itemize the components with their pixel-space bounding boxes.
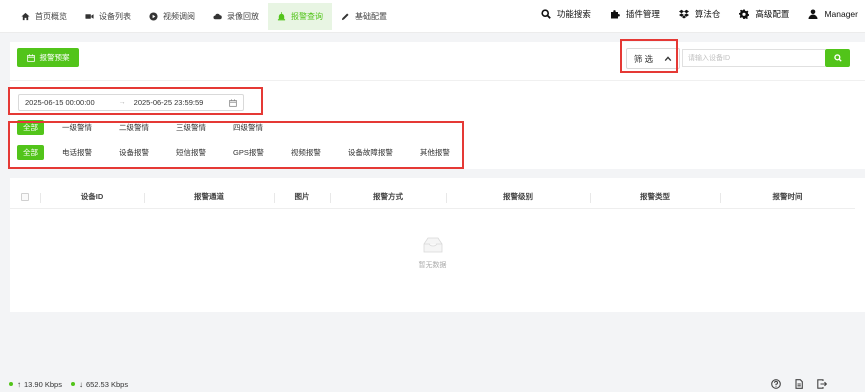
date-start: 2025-06-15 00:00:00: [25, 98, 95, 107]
function-search-label: 功能搜索: [556, 9, 591, 19]
home-icon: [21, 12, 30, 21]
puzzle-icon: [610, 9, 620, 19]
column-header[interactable]: 图片: [274, 191, 330, 203]
column-header[interactable]: 报警类型: [590, 191, 720, 203]
device-id-search-input[interactable]: [682, 49, 825, 67]
nav-item-label: 录像回放: [227, 12, 259, 21]
nav-item-label: 基础配置: [355, 12, 387, 21]
algorithm-store-label: 算法仓: [694, 9, 721, 19]
column-header[interactable]: 报警级别: [446, 191, 590, 203]
upload-speed: ↑ 13.90 Kbps: [9, 380, 62, 389]
type-filter-other[interactable]: 其他报警: [411, 145, 459, 160]
search-icon: [833, 54, 842, 62]
nav-item-home[interactable]: 首页概览: [12, 3, 76, 30]
level-filter-level1[interactable]: 一级警情: [53, 120, 101, 135]
column-header[interactable]: 报警通道: [144, 191, 274, 203]
alarm-scheme-button[interactable]: 报警预案: [17, 48, 79, 67]
nav-item-alarm-query[interactable]: 报警查询: [268, 3, 332, 30]
select-all-checkbox[interactable]: [21, 192, 29, 201]
download-speed: ↓ 652.53 Kbps: [70, 379, 129, 389]
type-filter-gps[interactable]: GPS报警: [224, 145, 273, 160]
select-all-cell: [10, 192, 40, 201]
arrow-down-icon: ↓: [78, 379, 83, 389]
level-filter-all[interactable]: 全部: [17, 120, 44, 135]
algorithm-store-button[interactable]: 算法仓: [678, 8, 721, 20]
header-tools: 功能搜索 插件管理 算法仓 高级配置 Manager: [522, 8, 858, 20]
video-icon: [149, 12, 158, 21]
download-speed-value: 652.53 Kbps: [85, 379, 129, 389]
nav-item-basic-config[interactable]: 基础配置: [332, 3, 396, 30]
calendar-icon: [229, 99, 237, 107]
export-icon[interactable]: [817, 379, 828, 389]
alarm-icon: [277, 12, 286, 21]
calendar-icon: [26, 53, 35, 62]
status-dot: [9, 382, 13, 386]
alarm-table: 设备ID 报警通道 图片 报警方式 报警级别 报警类型 报警时间 暂无数据: [10, 178, 865, 312]
nav-item-label: 视频调阅: [163, 12, 195, 21]
camera-icon: [85, 12, 94, 21]
status-dot: [70, 382, 75, 386]
nav-item-label: 首页概览: [35, 12, 67, 21]
date-separator: →: [118, 99, 126, 106]
type-filter-video[interactable]: 视频报警: [282, 145, 330, 160]
advanced-config-label: 高级配置: [755, 9, 790, 19]
empty-state: 暂无数据: [10, 236, 855, 270]
user-menu[interactable]: Manager: [808, 9, 858, 19]
type-filter-device[interactable]: 设备报警: [110, 145, 158, 160]
date-range-picker[interactable]: 2025-06-15 00:00:00 → 2025-06-25 23:59:5…: [18, 94, 244, 111]
gear-icon: [739, 9, 750, 19]
plugin-manage-label: 插件管理: [625, 9, 660, 19]
arrow-up-icon: ↑: [17, 379, 21, 389]
help-icon[interactable]: [771, 379, 781, 389]
empty-text: 暂无数据: [418, 262, 447, 269]
document-icon[interactable]: [794, 379, 804, 389]
empty-box-icon: [422, 236, 444, 254]
search-icon: [541, 9, 551, 19]
type-filter-device-fault[interactable]: 设备故障报警: [339, 145, 402, 160]
type-filter-all[interactable]: 全部: [17, 145, 44, 160]
search-button[interactable]: [825, 49, 850, 67]
chevron-up-icon: [664, 55, 672, 63]
filter-panel: 报警预案 筛 选 2025-06-15 00:00:00 → 2025-06-2…: [10, 42, 865, 169]
level-filter-level2[interactable]: 二级警情: [110, 120, 158, 135]
nav-item-label: 设备列表: [99, 12, 131, 21]
user-icon: [808, 9, 818, 19]
column-header[interactable]: 设备ID: [40, 191, 144, 203]
advanced-config-button[interactable]: 高级配置: [739, 8, 789, 20]
nav-item-label: 报警查询: [291, 12, 323, 21]
filter-label: 筛 选: [633, 53, 654, 64]
nav-item-device-list[interactable]: 设备列表: [76, 3, 140, 30]
level-filter-level3[interactable]: 三级警情: [167, 120, 215, 135]
status-bar: ↑ 13.90 Kbps ↓ 652.53 Kbps: [0, 376, 865, 392]
nav-item-playback[interactable]: 录像回放: [204, 3, 268, 30]
type-filter-sms[interactable]: 短信报警: [167, 145, 215, 160]
user-name: Manager: [824, 9, 858, 19]
alarm-level-filters: 全部 一级警情 二级警情 三级警情 四级警情: [17, 120, 281, 135]
type-filter-phone[interactable]: 电话报警: [53, 145, 101, 160]
divider: [10, 80, 865, 81]
dropbox-icon: [678, 9, 689, 19]
column-header[interactable]: 报警时间: [720, 191, 855, 203]
column-header[interactable]: 报警方式: [330, 191, 446, 203]
alarm-scheme-label: 报警预案: [39, 53, 70, 62]
edit-icon: [341, 12, 350, 21]
plugin-manage-button[interactable]: 插件管理: [610, 8, 660, 20]
level-filter-level4[interactable]: 四级警情: [224, 120, 272, 135]
upload-speed-value: 13.90 Kbps: [24, 379, 62, 389]
filter-toggle-button[interactable]: 筛 选: [626, 48, 680, 69]
cloud-icon: [213, 12, 222, 21]
main-nav: 首页概览 设备列表 视频调阅 录像回放 报警查询 基础配置: [12, 3, 396, 30]
alarm-type-filters: 全部 电话报警 设备报警 短信报警 GPS报警 视频报警 设备故障报警 其他报警: [17, 145, 468, 160]
nav-item-video[interactable]: 视频调阅: [140, 3, 204, 30]
status-icons: [758, 379, 828, 389]
date-end: 2025-06-25 23:59:59: [133, 98, 204, 107]
table-header: 设备ID 报警通道 图片 报警方式 报警级别 报警类型 报警时间: [10, 185, 855, 209]
top-navbar: 首页概览 设备列表 视频调阅 录像回放 报警查询 基础配置 功能搜索 插件管理 …: [0, 0, 865, 33]
function-search-button[interactable]: 功能搜索: [541, 8, 591, 20]
